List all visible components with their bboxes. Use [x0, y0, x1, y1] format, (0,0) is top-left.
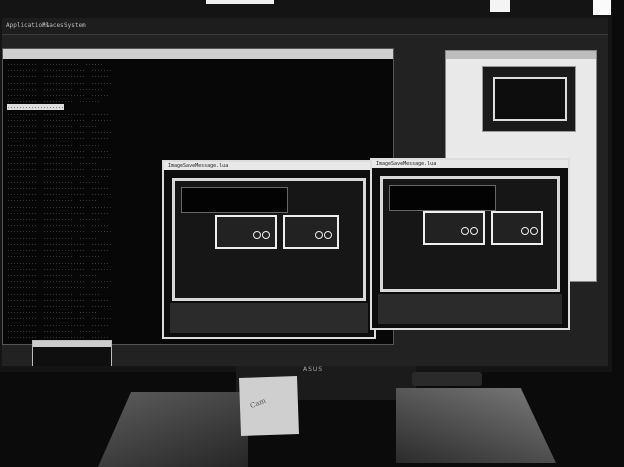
small-terminal-titlebar[interactable] — [33, 341, 111, 347]
sticky-note-text: Cam — [248, 396, 267, 411]
feed-floor — [378, 294, 562, 324]
viewer-titlebar[interactable] — [446, 51, 596, 59]
feed-sub-window — [423, 211, 485, 245]
top-panel: Applications Places System — [2, 18, 608, 35]
monitor-brand-logo: ASUS — [303, 366, 324, 373]
small-terminal-window[interactable] — [32, 340, 112, 366]
monitor-screen: Applications Places System .......... ..… — [2, 18, 608, 366]
feed-floor — [170, 303, 368, 333]
camera-feed — [172, 178, 366, 301]
feed-pane — [181, 187, 288, 213]
feed-sub-window — [215, 215, 277, 249]
terminal-titlebar[interactable] — [3, 49, 393, 59]
feed-sub-window — [491, 211, 543, 245]
sticky-note: Cam — [239, 376, 299, 436]
monitor-badge — [412, 372, 482, 386]
ceiling-light — [206, 0, 274, 4]
panel-menu[interactable]: Places — [42, 22, 64, 29]
camera-titlebar[interactable]: ImageSaveMessage.lua — [372, 160, 568, 168]
camera-feed — [380, 176, 560, 292]
desk-object-left — [98, 392, 248, 467]
ceiling-light — [593, 0, 611, 15]
ceiling-light — [490, 0, 510, 12]
desk-object-right — [396, 388, 556, 463]
feed-sub-window — [283, 215, 339, 249]
camera-titlebar[interactable]: ImageSaveMessage.lua — [164, 162, 374, 170]
feed-pane — [389, 185, 496, 211]
panel-menu[interactable]: System — [64, 22, 86, 29]
thumbnail-image — [482, 66, 576, 132]
thumbnail-frame — [493, 77, 567, 121]
camera-window-right[interactable]: ImageSaveMessage.lua — [370, 158, 570, 330]
camera-window-left[interactable]: ImageSaveMessage.lua — [162, 160, 376, 339]
